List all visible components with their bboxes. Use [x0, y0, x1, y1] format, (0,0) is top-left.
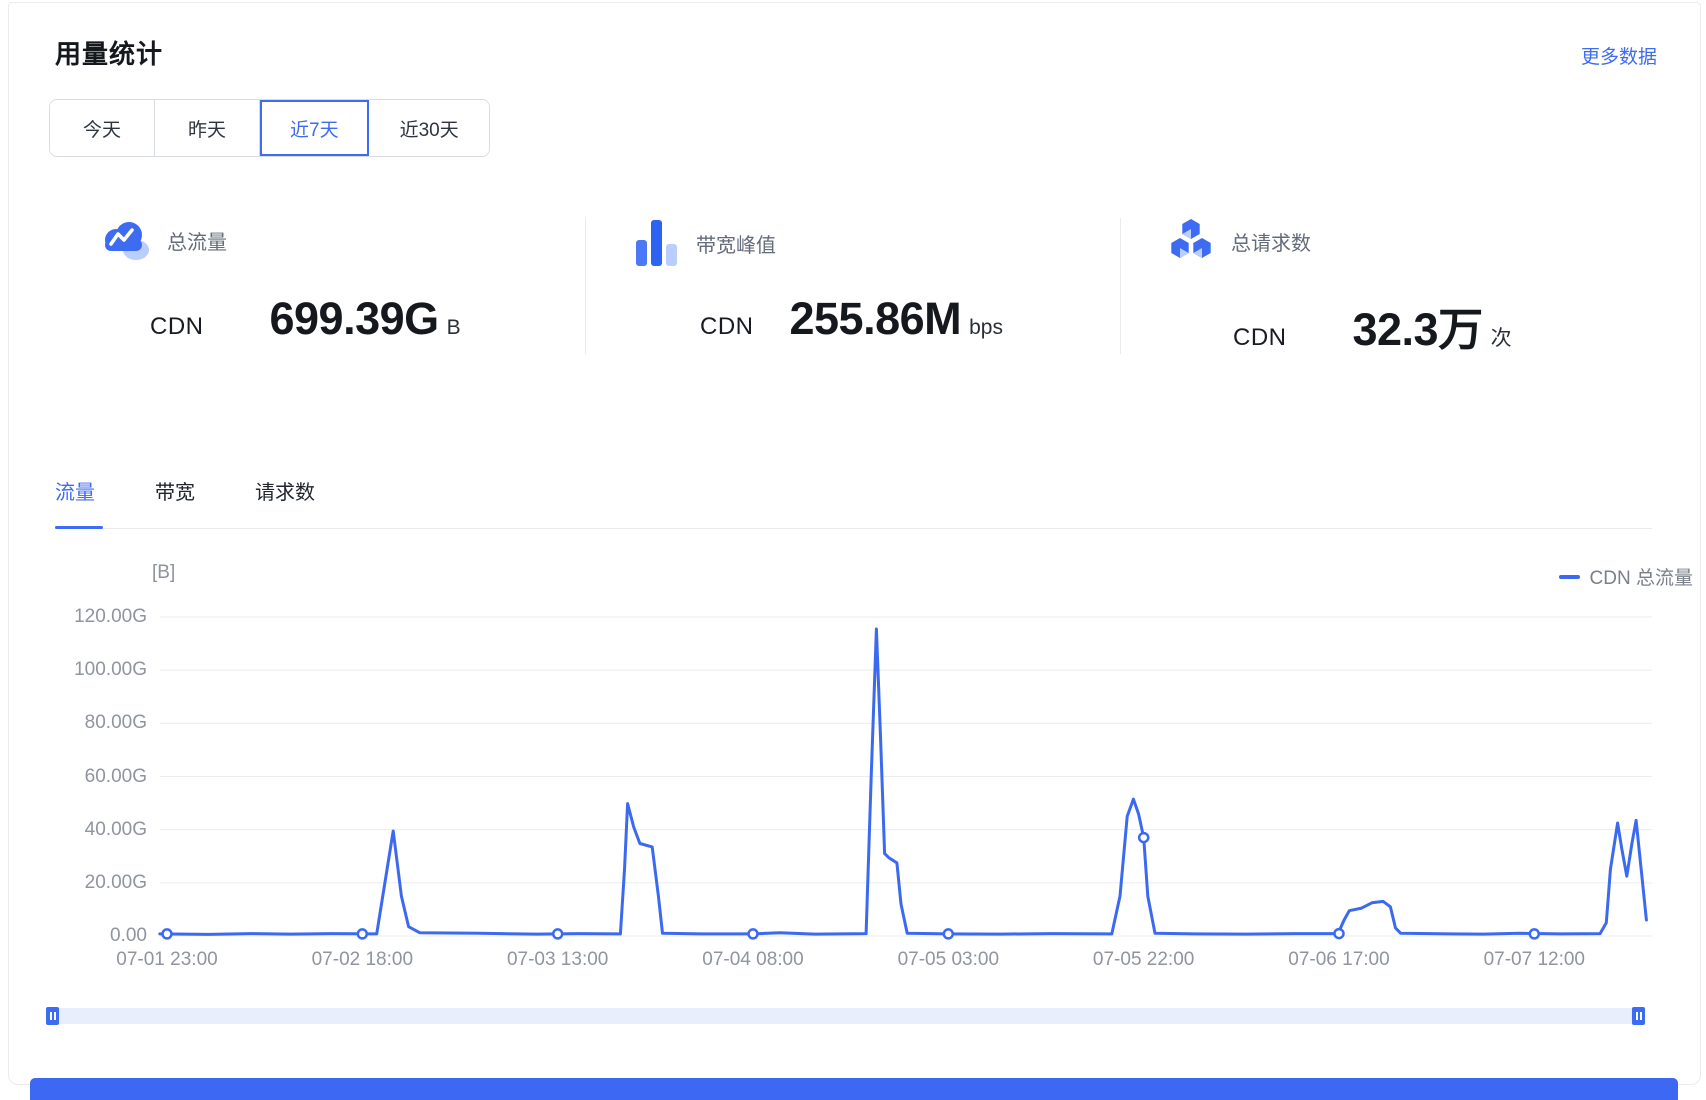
data-point-marker — [749, 929, 758, 938]
x-tick-label: 07-07 12:00 — [1439, 949, 1629, 971]
usage-chart-svg[interactable] — [0, 0, 1706, 1100]
y-tick-label: 80.00G — [37, 712, 147, 734]
y-tick-label: 120.00G — [37, 606, 147, 628]
data-point-marker — [553, 929, 562, 938]
x-tick-label: 07-03 13:00 — [463, 949, 653, 971]
data-point-marker — [358, 929, 367, 938]
datazoom-right-handle[interactable] — [1632, 1007, 1645, 1025]
series-line-cdn-traffic — [160, 629, 1647, 934]
x-tick-label: 07-01 23:00 — [72, 949, 262, 971]
x-tick-label: 07-05 03:00 — [853, 949, 1043, 971]
data-point-marker — [1139, 833, 1148, 842]
data-point-marker — [163, 929, 172, 938]
x-tick-label: 07-05 22:00 — [1049, 949, 1239, 971]
datazoom-left-handle[interactable] — [46, 1007, 59, 1025]
y-tick-label: 40.00G — [37, 819, 147, 841]
data-point-marker — [1530, 929, 1539, 938]
x-tick-label: 07-04 08:00 — [658, 949, 848, 971]
data-point-marker — [1335, 929, 1344, 938]
y-tick-label: 100.00G — [37, 659, 147, 681]
datazoom-track[interactable] — [46, 1008, 1645, 1024]
x-tick-label: 07-06 17:00 — [1244, 949, 1434, 971]
data-point-marker — [944, 929, 953, 938]
bottom-bar-partial[interactable] — [30, 1078, 1678, 1100]
y-tick-label: 0.00 — [37, 925, 147, 947]
x-tick-label: 07-02 18:00 — [267, 949, 457, 971]
y-tick-label: 20.00G — [37, 872, 147, 894]
y-tick-label: 60.00G — [37, 766, 147, 788]
